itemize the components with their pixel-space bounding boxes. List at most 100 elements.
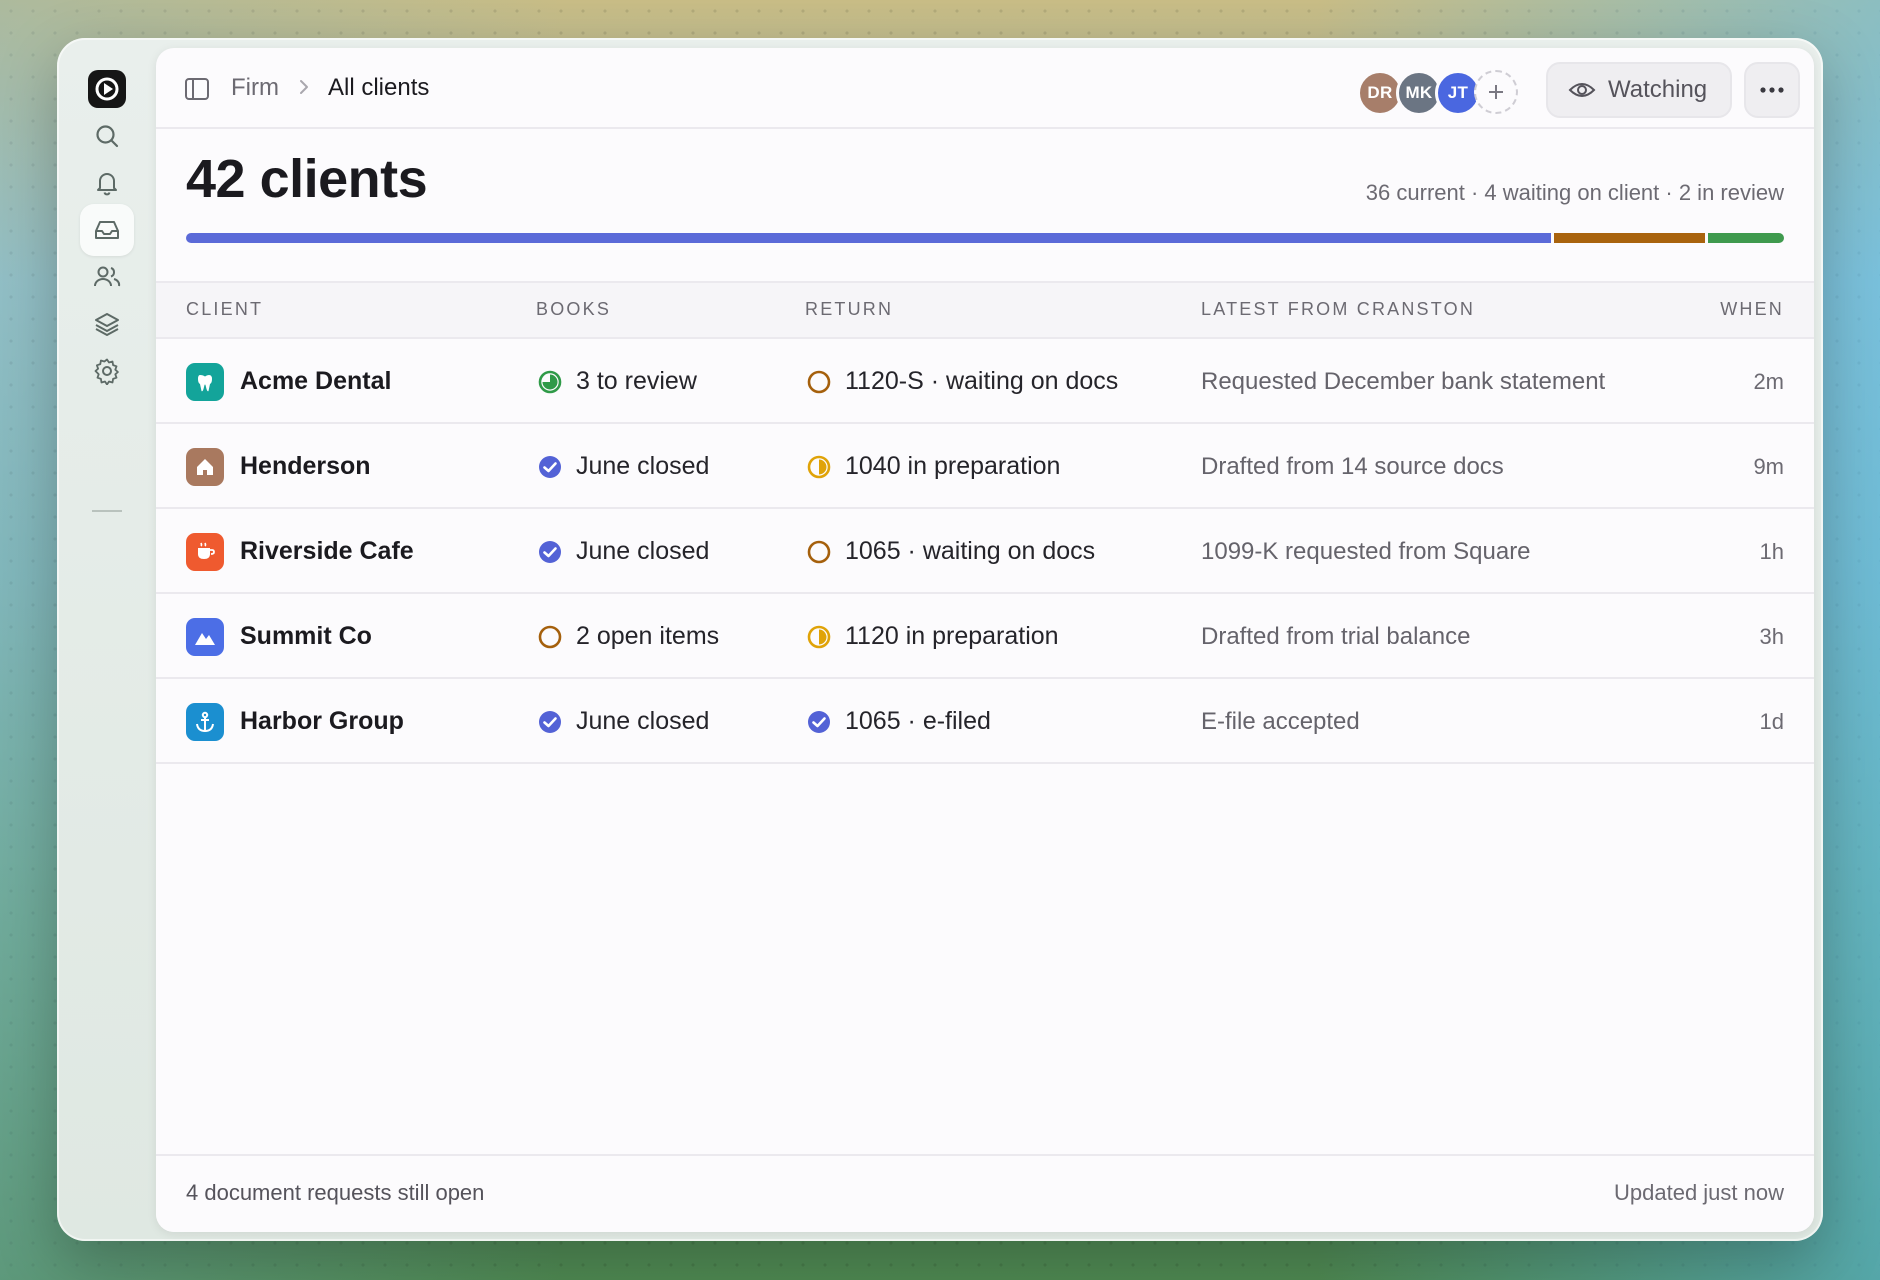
return-status-text: 1065 · e-filed — [845, 707, 991, 735]
relative-time: 3h — [1759, 623, 1784, 649]
plus-icon — [1489, 85, 1503, 99]
rail-notifications[interactable] — [80, 157, 134, 209]
column-header-return[interactable]: RETURN — [805, 299, 893, 320]
logo-mark-icon — [95, 77, 119, 101]
books-status-cell: 2 open items — [536, 594, 719, 679]
latest-activity: Drafted from 14 source docs — [1201, 452, 1504, 480]
column-header-client[interactable]: CLIENT — [186, 299, 263, 320]
app-window: Firm All clients DR MK JT Watching 42 clie… — [57, 38, 1823, 1241]
table-row[interactable]: Acme Dental 3 to review 1120-S · waiting o… — [156, 339, 1814, 424]
coffee-icon — [198, 542, 215, 559]
return-status-cell: 1065 · waiting on docs — [805, 509, 1095, 594]
table-row[interactable]: Summit Co 2 open items 1120 in preparation… — [156, 594, 1814, 679]
latest-activity: 1099-K requested from Square — [1201, 537, 1531, 565]
return-status-cell: 1120-S · waiting on docs — [805, 339, 1118, 424]
rail-layers[interactable] — [80, 298, 134, 350]
table-row[interactable]: Harbor Group June closed 1065 · e-filed E-f… — [156, 679, 1814, 764]
pending-circle-icon — [538, 625, 562, 648]
books-status-cell: 3 to review — [536, 339, 697, 424]
client-avatar — [186, 447, 224, 486]
client-cell[interactable]: Acme Dental — [186, 339, 391, 424]
app-logo[interactable] — [88, 70, 126, 108]
rail-people[interactable] — [80, 251, 134, 303]
check-circle-icon — [539, 540, 561, 563]
layers-icon — [95, 313, 119, 336]
rail-inbox[interactable] — [80, 204, 134, 256]
client-avatar — [186, 617, 224, 656]
rail-settings[interactable] — [80, 345, 134, 397]
progress-segment — [1553, 233, 1706, 243]
search-icon — [96, 125, 119, 148]
client-avatar — [186, 362, 224, 401]
latest-activity: Requested December bank statement — [1201, 367, 1606, 395]
client-name: Harbor Group — [240, 707, 404, 735]
eye-icon — [1568, 83, 1596, 97]
check-circle-icon — [539, 455, 561, 478]
column-header-books[interactable]: BOOKS — [536, 299, 611, 320]
status-summary: 36 current · 4 waiting on client · 2 in … — [1365, 180, 1784, 205]
books-status-text: June closed — [576, 452, 710, 480]
review-circle-icon — [538, 370, 562, 393]
latest-activity: Drafted from trial balance — [1201, 622, 1471, 650]
more-button[interactable] — [1744, 62, 1800, 118]
progress-segment — [1708, 233, 1785, 243]
tooth-icon — [198, 374, 212, 391]
users-icon — [94, 266, 121, 287]
books-status-cell: June closed — [536, 424, 709, 509]
watching-button[interactable]: Watching — [1546, 62, 1732, 118]
breadcrumb-current: All clients — [328, 74, 430, 101]
relative-time: 1d — [1759, 708, 1784, 734]
chevron-right-icon — [300, 80, 308, 94]
column-header-when[interactable]: WHEN — [1720, 299, 1784, 320]
client-name: Acme Dental — [240, 367, 392, 395]
return-status-text: 1040 in preparation — [845, 452, 1061, 480]
client-name: Summit Co — [240, 622, 372, 650]
main-panel: Firm All clients DR MK JT Watching 42 clie… — [156, 48, 1814, 1232]
page-title: 42 clients — [186, 149, 428, 209]
check-circle-icon — [808, 710, 830, 733]
return-status-text: 1065 · waiting on docs — [845, 537, 1096, 565]
table-row[interactable]: Henderson June closed 1040 in preparation D… — [156, 424, 1814, 509]
bell-icon — [97, 173, 117, 196]
add-collaborator-button[interactable] — [1474, 70, 1518, 114]
return-status-cell: 1065 · e-filed — [805, 679, 991, 764]
breadcrumb-firm[interactable]: Firm — [231, 70, 279, 106]
books-status-cell: June closed — [536, 679, 709, 764]
more-icon — [1760, 87, 1784, 93]
updated-status: Updated just now — [1614, 1180, 1784, 1205]
relative-time: 1h — [1759, 538, 1784, 564]
collaborator-avatars: DR MK JT — [1357, 70, 1518, 116]
half-circle-icon — [807, 455, 831, 478]
rail-search[interactable] — [80, 110, 134, 162]
rail-divider — [92, 510, 122, 512]
books-status-cell: June closed — [536, 509, 709, 594]
table-row[interactable]: Riverside Cafe June closed 1065 · waiting … — [156, 509, 1814, 594]
client-avatar — [186, 532, 224, 571]
client-name: Riverside Cafe — [240, 537, 414, 565]
return-status-cell: 1040 in preparation — [805, 424, 1060, 509]
status-progress-bar — [186, 233, 1785, 243]
return-status-text: 1120-S · waiting on docs — [845, 367, 1119, 395]
pending-circle-icon — [807, 370, 831, 393]
check-circle-icon — [539, 710, 561, 733]
latest-activity: E-file accepted — [1201, 707, 1360, 735]
table-header: CLIENT BOOKS RETURN LATEST FROM CRANSTON… — [156, 281, 1814, 339]
return-status-text: 1120 in preparation — [845, 622, 1059, 650]
return-status-cell: 1120 in preparation — [805, 594, 1059, 679]
nav-rail — [57, 38, 157, 1241]
client-cell[interactable]: Summit Co — [186, 594, 372, 679]
client-cell[interactable]: Henderson — [186, 424, 371, 509]
relative-time: 9m — [1753, 453, 1784, 479]
relative-time: 2m — [1753, 368, 1784, 394]
house-icon — [197, 458, 213, 475]
column-header-latest[interactable]: LATEST FROM CRANSTON — [1201, 299, 1475, 320]
sidebar-toggle-icon[interactable] — [184, 76, 210, 102]
gear-icon — [94, 358, 119, 385]
client-cell[interactable]: Riverside Cafe — [186, 509, 414, 594]
books-status-text: June closed — [576, 537, 710, 565]
books-status-text: 3 to review — [576, 367, 697, 395]
mountain-icon — [195, 632, 215, 645]
client-cell[interactable]: Harbor Group — [186, 679, 404, 764]
watching-label: Watching — [1608, 76, 1708, 103]
inbox-icon — [95, 221, 119, 239]
